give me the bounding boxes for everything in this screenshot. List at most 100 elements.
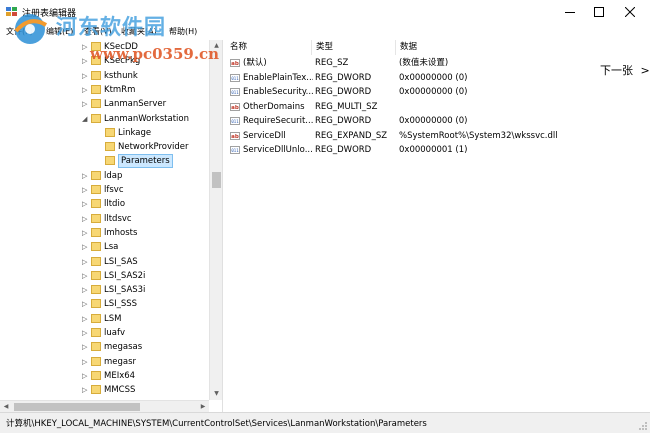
expand-arrow-icon[interactable]: ▷ — [82, 197, 90, 211]
tree-item[interactable]: ▷ LSM — [0, 312, 209, 326]
svg-text:ab: ab — [231, 105, 239, 111]
tree-item[interactable]: ▷ lltdsvc — [0, 212, 209, 226]
expand-arrow-icon[interactable]: ▷ — [82, 240, 90, 254]
svg-text:ab: ab — [231, 61, 239, 67]
resize-grip-icon[interactable] — [638, 421, 648, 431]
tree-item[interactable]: ◢ LanmanWorkstation — [0, 112, 209, 126]
expand-arrow-icon[interactable]: ▷ — [82, 69, 90, 83]
tree-item[interactable]: ▷ LSI_SSS — [0, 297, 209, 311]
tree-item-label: Parameters — [118, 154, 173, 169]
value-type: REG_DWORD — [315, 72, 372, 83]
tree-item[interactable]: ▷ lmhosts — [0, 226, 209, 240]
registry-key-tree[interactable]: ▷ KSecDD ▷ KSecPkg ▷ ksthunk ▷ KtmRm ▷ LanmanServ… — [0, 40, 209, 400]
expand-arrow-icon[interactable]: ▷ — [82, 183, 90, 197]
expand-arrow-icon[interactable]: ▷ — [82, 212, 90, 226]
tree-item-label: lmhosts — [104, 227, 138, 238]
tree-item[interactable]: ▷ LSI_SAS3i — [0, 283, 209, 297]
expand-arrow-icon[interactable]: ▷ — [82, 226, 90, 240]
tree-item-label: ksthunk — [104, 70, 138, 81]
string-value-icon: ab — [230, 102, 240, 111]
tree-item[interactable]: Parameters — [0, 154, 209, 169]
expand-arrow-icon[interactable]: ▷ — [82, 269, 90, 283]
expand-arrow-icon[interactable]: ▷ — [82, 40, 90, 54]
tree-item[interactable]: ▷ LSI_SAS — [0, 255, 209, 269]
maximize-button[interactable] — [583, 0, 615, 24]
folder-icon — [91, 313, 101, 323]
tree-item[interactable]: ▷ LSI_SAS2i — [0, 269, 209, 283]
expand-arrow-icon[interactable]: ▷ — [82, 326, 90, 340]
tree-item[interactable]: ▷ MMCSS — [0, 383, 209, 397]
svg-text:011: 011 — [231, 76, 239, 81]
tree-item[interactable]: ▷ MEIx64 — [0, 369, 209, 383]
minimize-button[interactable] — [554, 0, 586, 24]
watermark-url: www.pc0359.cn — [90, 45, 220, 63]
folder-icon — [91, 270, 101, 280]
chevron-right-icon: > — [640, 64, 650, 77]
expand-arrow-icon[interactable]: ▷ — [82, 83, 90, 97]
string-value-icon: ab — [230, 59, 240, 67]
value-data: 0x00000000 (0) — [399, 116, 468, 126]
folder-icon — [91, 256, 101, 266]
horizontal-scroll-thumb[interactable] — [14, 403, 140, 411]
next-image-button[interactable]: 下一张 > — [600, 62, 650, 78]
expand-arrow-icon[interactable]: ▷ — [82, 283, 90, 297]
tree-item[interactable]: ▷ ksthunk — [0, 69, 209, 83]
tree-item[interactable]: ▷ LanmanServer — [0, 97, 209, 111]
value-row[interactable]: ab (默认) REG_SZ (数值未设置) — [226, 56, 646, 70]
string-value-icon: ab — [230, 131, 240, 140]
tree-item-label: LSM — [104, 313, 122, 324]
expand-arrow-icon[interactable]: ▷ — [82, 54, 90, 68]
binary-value-icon: 011 — [230, 117, 240, 125]
expand-arrow-icon[interactable]: ▷ — [82, 383, 90, 397]
expand-arrow-icon[interactable]: ▷ — [82, 355, 90, 369]
expand-arrow-icon[interactable]: ▷ — [82, 297, 90, 311]
tree-item[interactable]: ▷ luafv — [0, 326, 209, 340]
column-header-data[interactable]: 数据 — [396, 40, 646, 55]
column-header-type[interactable]: 类型 — [312, 40, 396, 55]
menu-help[interactable]: 帮助(H) — [169, 26, 197, 37]
expand-arrow-icon[interactable]: ▷ — [82, 97, 90, 111]
tree-item[interactable]: ▷ ldap — [0, 169, 209, 183]
tree-item[interactable]: NetworkProvider — [0, 140, 209, 154]
tree-item[interactable]: ▷ megasr — [0, 355, 209, 369]
tree-vertical-scrollbar[interactable]: ▲ ▼ — [209, 40, 223, 400]
collapse-arrow-icon[interactable]: ◢ — [82, 112, 90, 126]
value-row[interactable]: 011 ServiceDllUnlo... REG_DWORD 0x00000001 … — [226, 143, 646, 157]
value-type: REG_MULTI_SZ — [315, 101, 378, 112]
tree-item-label: MEIx64 — [104, 370, 136, 381]
close-icon — [625, 7, 635, 17]
folder-icon — [105, 127, 115, 137]
right-edge — [650, 0, 656, 438]
tree-item[interactable]: ▷ Lsa — [0, 240, 209, 254]
svg-text:ab: ab — [231, 134, 239, 140]
folder-icon — [91, 199, 101, 209]
tree-item-label: LanmanServer — [104, 99, 167, 110]
values-list[interactable]: 名称 类型 数据 ab (默认) REG_SZ (数值未设置) 011 EnablePla… — [226, 40, 646, 412]
expand-arrow-icon[interactable]: ▷ — [82, 255, 90, 269]
tree-item[interactable]: ▷ lltdio — [0, 197, 209, 211]
expand-arrow-icon[interactable]: ▷ — [82, 169, 90, 183]
scroll-thumb[interactable] — [212, 172, 221, 188]
expand-arrow-icon[interactable]: ▷ — [82, 312, 90, 326]
value-data: 0x00000000 (0) — [399, 87, 468, 97]
tree-item[interactable]: ▷ megasas — [0, 340, 209, 354]
expand-arrow-icon[interactable]: ▷ — [82, 369, 90, 383]
value-name: ServiceDll — [243, 130, 286, 141]
value-row[interactable]: 011 EnablePlainTex... REG_DWORD 0x00000000 … — [226, 71, 646, 85]
folder-icon — [91, 385, 101, 395]
value-row[interactable]: ab OtherDomains REG_MULTI_SZ — [226, 100, 646, 114]
tree-item-label: LSI_SAS2i — [104, 270, 146, 281]
watermark-brand: 河东软件园 — [56, 14, 166, 39]
tree-item[interactable]: ▷ lfsvc — [0, 183, 209, 197]
tree-item[interactable]: Linkage — [0, 126, 209, 140]
column-header-name[interactable]: 名称 — [226, 40, 312, 55]
tree-item[interactable]: ▷ KtmRm — [0, 83, 209, 97]
folder-icon — [91, 70, 101, 80]
tree-item-label: megasr — [104, 356, 137, 367]
value-row[interactable]: 011 RequireSecurit... REG_DWORD 0x00000000 … — [226, 114, 646, 128]
value-row[interactable]: 011 EnableSecurity... REG_DWORD 0x00000000 … — [226, 85, 646, 99]
expand-arrow-icon[interactable]: ▷ — [82, 340, 90, 354]
close-button[interactable] — [614, 0, 646, 24]
value-row[interactable]: ab ServiceDll REG_EXPAND_SZ %SystemRoot%\Sy… — [226, 129, 646, 143]
watermark-logo-icon — [14, 14, 48, 44]
